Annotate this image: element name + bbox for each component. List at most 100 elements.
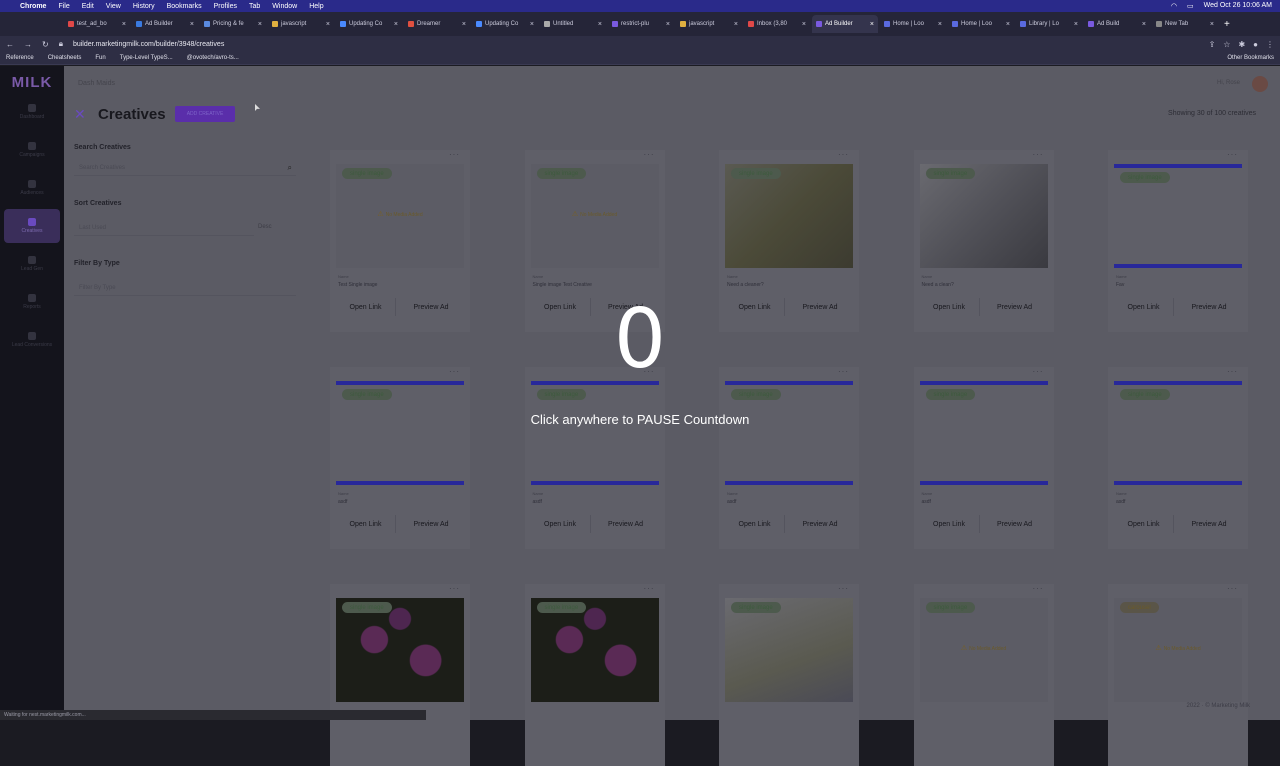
close-tab-icon[interactable]: ×: [530, 21, 534, 28]
browser-tab[interactable]: New Tab ×: [1152, 15, 1218, 33]
more-options-icon[interactable]: ···: [449, 150, 460, 159]
rail-item-creatives[interactable]: Creatives: [4, 209, 60, 243]
preview-ad-button[interactable]: Preview Ad: [398, 515, 464, 533]
open-link-button[interactable]: Open Link: [531, 515, 591, 533]
creative-card[interactable]: ··· single image: [524, 584, 665, 766]
menu-view[interactable]: View: [106, 3, 121, 10]
close-tab-icon[interactable]: ×: [258, 21, 262, 28]
close-tab-icon[interactable]: ×: [666, 21, 670, 28]
browser-tab[interactable]: restrict-plu ×: [608, 15, 674, 33]
countdown-message[interactable]: Click anywhere to PAUSE Countdown: [0, 412, 1280, 427]
new-tab-icon[interactable]: +: [1224, 19, 1230, 30]
more-options-icon[interactable]: ···: [1033, 150, 1044, 159]
browser-tab[interactable]: test_ad_bo ×: [64, 15, 130, 33]
creative-card[interactable]: ··· single image: [719, 584, 859, 766]
clock[interactable]: Wed Oct 26 10:06 AM: [1204, 2, 1272, 10]
avatar[interactable]: [1252, 76, 1268, 92]
browser-tab[interactable]: javascript ×: [268, 15, 334, 33]
browser-tab[interactable]: Updating Co ×: [336, 15, 402, 33]
open-link-button[interactable]: Open Link: [1114, 515, 1174, 533]
close-tab-icon[interactable]: ×: [122, 21, 126, 28]
close-tab-icon[interactable]: ×: [938, 21, 942, 28]
milk-logo[interactable]: MILK: [0, 66, 64, 91]
open-link-button[interactable]: Open Link: [920, 515, 980, 533]
menu-edit[interactable]: Edit: [82, 3, 94, 10]
close-tab-icon[interactable]: ×: [394, 21, 398, 28]
address-bar[interactable]: builder.marketingmilk.com/builder/3948/c…: [73, 41, 224, 48]
browser-tab[interactable]: javascript ×: [676, 15, 742, 33]
close-tab-icon[interactable]: ×: [598, 21, 602, 28]
search-icon[interactable]: ⌕: [288, 163, 292, 173]
bookmark-fun[interactable]: Fun: [95, 55, 105, 61]
more-options-icon[interactable]: ···: [838, 150, 849, 159]
back-icon[interactable]: ←: [6, 40, 14, 49]
bookmark-cheatsheets[interactable]: Cheatsheets: [48, 55, 82, 61]
browser-tab[interactable]: Inbox (3,80 ×: [744, 15, 810, 33]
close-tab-icon[interactable]: ×: [1074, 21, 1078, 28]
more-options-icon[interactable]: ···: [449, 584, 460, 593]
more-options-icon[interactable]: ···: [644, 150, 655, 159]
preview-ad-button[interactable]: Preview Ad: [787, 515, 853, 533]
sort-direction-toggle[interactable]: Desc: [258, 224, 272, 230]
close-icon[interactable]: ✕: [74, 106, 86, 123]
battery-icon[interactable]: ▭: [1187, 2, 1194, 10]
menu-profiles[interactable]: Profiles: [214, 3, 237, 10]
close-tab-icon[interactable]: ×: [326, 21, 330, 28]
menu-window[interactable]: Window: [272, 3, 297, 10]
browser-tab[interactable]: Ad Builder ×: [812, 15, 878, 33]
rail-item-campaigns[interactable]: Campaigns: [0, 133, 64, 167]
rail-item-lead-gen[interactable]: Lead Gen: [0, 247, 64, 281]
menu-tab[interactable]: Tab: [249, 3, 260, 10]
browser-tab[interactable]: Home | Loo ×: [880, 15, 946, 33]
more-options-icon[interactable]: ···: [1033, 584, 1044, 593]
creative-card[interactable]: ··· single image Name asdf Open Link Preview …: [524, 367, 665, 549]
creative-card[interactable]: ··· single image Name asdf Open Link Preview …: [913, 367, 1054, 549]
menu-file[interactable]: File: [58, 3, 69, 10]
more-options-icon[interactable]: ···: [838, 584, 849, 593]
close-tab-icon[interactable]: ×: [802, 21, 806, 28]
creative-card[interactable]: ··· single image ⚠ No Media Added: [913, 584, 1054, 766]
close-tab-icon[interactable]: ×: [1006, 21, 1010, 28]
profile-icon[interactable]: ●: [1253, 40, 1258, 49]
browser-tab[interactable]: Untitled ×: [540, 15, 606, 33]
preview-ad-button[interactable]: Preview Ad: [593, 515, 659, 533]
search-input[interactable]: Search Creatives ⌕: [74, 160, 296, 176]
preview-ad-button[interactable]: Preview Ad: [982, 515, 1048, 533]
browser-tab[interactable]: Updating Co ×: [472, 15, 538, 33]
close-tab-icon[interactable]: ×: [1210, 21, 1214, 28]
browser-tab[interactable]: Ad Build ×: [1084, 15, 1150, 33]
more-options-icon[interactable]: ···: [1227, 150, 1238, 159]
wifi-icon[interactable]: ◠: [1171, 2, 1177, 10]
open-link-button[interactable]: Open Link: [336, 515, 396, 533]
bookmark-reference[interactable]: Reference: [6, 55, 34, 61]
creative-card[interactable]: ··· single image Name asdf Open Link Preview …: [1108, 367, 1248, 549]
close-tab-icon[interactable]: ×: [870, 21, 874, 28]
creative-card[interactable]: ··· single image Name asdf Open Link Preview …: [719, 367, 859, 549]
close-tab-icon[interactable]: ×: [734, 21, 738, 28]
forward-icon[interactable]: →: [24, 40, 32, 49]
more-options-icon[interactable]: ···: [644, 584, 655, 593]
close-tab-icon[interactable]: ×: [1142, 21, 1146, 28]
creative-card[interactable]: ··· single image Name asdf Open Link Preview …: [330, 367, 470, 549]
more-options-icon[interactable]: ···: [1227, 584, 1238, 593]
bookmark-typelevel[interactable]: Type-Level TypeS...: [120, 55, 173, 61]
rail-item-dashboard[interactable]: Dashboard: [0, 95, 64, 129]
menu-help[interactable]: Help: [309, 3, 323, 10]
account-breadcrumb[interactable]: Dash Maids: [78, 80, 115, 87]
browser-tab[interactable]: Home | Loo ×: [948, 15, 1014, 33]
preview-ad-button[interactable]: Preview Ad: [1176, 515, 1242, 533]
close-tab-icon[interactable]: ×: [190, 21, 194, 28]
creative-card[interactable]: ··· carousel ⚠ No Media Added: [1108, 584, 1248, 766]
countdown-number[interactable]: 0: [0, 292, 1280, 387]
share-icon[interactable]: ⇪: [1209, 40, 1216, 49]
star-icon[interactable]: ☆: [1223, 40, 1230, 49]
browser-tab[interactable]: Library | Lo ×: [1016, 15, 1082, 33]
other-bookmarks[interactable]: Other Bookmarks: [1227, 55, 1274, 61]
sort-select[interactable]: Last Used: [74, 220, 254, 236]
browser-tab[interactable]: Ad Builder ×: [132, 15, 198, 33]
close-tab-icon[interactable]: ×: [462, 21, 466, 28]
menu-history[interactable]: History: [133, 3, 155, 10]
app-menu-name[interactable]: Chrome: [20, 3, 46, 10]
add-creative-button[interactable]: ADD CREATIVE: [175, 106, 235, 122]
rail-item-audiences[interactable]: Audiences: [0, 171, 64, 205]
